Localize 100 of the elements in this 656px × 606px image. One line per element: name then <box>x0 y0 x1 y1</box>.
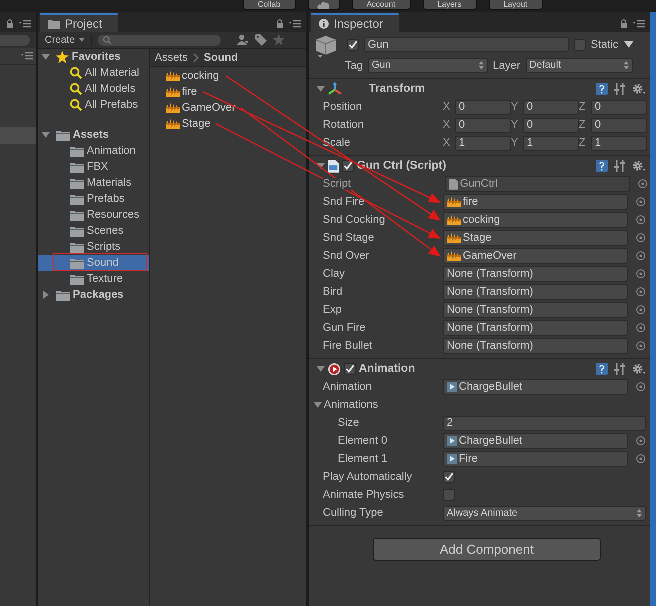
file-item[interactable]: Stage <box>182 118 211 130</box>
tree-item[interactable]: Favorites <box>72 51 121 63</box>
tree-item[interactable]: Scripts <box>38 239 149 255</box>
toolbar-button[interactable]: Layers <box>422 0 477 10</box>
component-title[interactable]: Transform <box>369 83 426 95</box>
collapse-triangle-icon[interactable] <box>317 365 325 373</box>
tree-item[interactable]: Sound <box>38 255 149 271</box>
number-field[interactable]: 1 <box>523 136 579 150</box>
tree-item[interactable]: Packages <box>73 289 124 301</box>
object-field[interactable]: fire <box>443 194 628 210</box>
checkbox[interactable] <box>574 38 586 50</box>
toolbar-button[interactable]: Collab <box>243 0 296 10</box>
object-field[interactable]: ChargeBullet <box>443 433 628 449</box>
tree-item[interactable]: Prefabs <box>38 191 149 207</box>
tree-item[interactable]: Assets <box>73 129 110 141</box>
number-field[interactable]: 0 <box>455 118 511 132</box>
dropdown[interactable]: Always Animate <box>443 506 646 520</box>
object-field[interactable]: GameOver <box>443 248 628 264</box>
gear-icon[interactable] <box>632 160 646 172</box>
breadcrumb-item[interactable]: Sound <box>204 52 238 64</box>
tree-item[interactable]: Materials <box>38 175 149 191</box>
tree-item[interactable]: Texture <box>38 271 149 287</box>
lock-icon[interactable] <box>276 19 284 28</box>
lock-icon[interactable] <box>6 19 14 28</box>
menu-icon[interactable] <box>19 20 31 28</box>
collapse-triangle-icon[interactable] <box>42 131 50 139</box>
checkbox[interactable] <box>443 471 455 483</box>
property-label: Exp <box>323 304 343 316</box>
gear-icon[interactable] <box>632 83 646 95</box>
breadcrumb-item[interactable]: Assets <box>155 52 188 64</box>
property-label: Bird <box>323 286 344 298</box>
object-picker-icon[interactable] <box>636 382 646 392</box>
folder-icon <box>70 242 84 252</box>
number-field[interactable]: 0 <box>523 118 579 132</box>
person-filter-icon[interactable] <box>237 34 250 46</box>
number-field[interactable]: 0 <box>455 100 511 114</box>
property-label[interactable]: Animations <box>324 399 378 411</box>
help-icon[interactable] <box>596 363 608 375</box>
tag-icon[interactable] <box>255 34 268 46</box>
menu-icon[interactable] <box>21 52 33 60</box>
tree-item[interactable]: All Prefabs <box>38 97 149 113</box>
object-picker-icon[interactable] <box>638 179 648 189</box>
checkbox[interactable] <box>344 363 356 375</box>
dropdown-arrow-icon[interactable] <box>624 41 634 48</box>
create-dropdown[interactable]: Create <box>43 34 92 46</box>
number-field[interactable]: 2 <box>443 416 646 430</box>
sliders-icon[interactable] <box>614 363 626 375</box>
collapse-triangle-icon[interactable] <box>42 53 50 61</box>
add-component-button[interactable]: Add Component <box>373 538 601 561</box>
checkbox[interactable] <box>443 489 455 501</box>
object-field[interactable]: Stage <box>443 230 628 246</box>
panel-tab[interactable]: Project <box>40 13 118 32</box>
search-field[interactable] <box>98 34 222 46</box>
sliders-icon[interactable] <box>614 83 626 95</box>
collapse-triangle-icon[interactable] <box>314 401 322 409</box>
tree-item[interactable]: All Material <box>38 65 149 81</box>
layer-dropdown[interactable]: Default <box>526 58 633 73</box>
file-item[interactable]: GameOver <box>182 102 236 114</box>
name-field[interactable]: Gun <box>364 37 569 52</box>
script-file-icon <box>328 160 339 172</box>
tree-item[interactable]: All Models <box>38 81 149 97</box>
help-icon[interactable] <box>596 160 608 172</box>
object-field[interactable]: cocking <box>443 212 628 228</box>
toolbar-button[interactable]: Layout <box>488 0 543 10</box>
tree-item[interactable]: Scenes <box>38 223 149 239</box>
object-field[interactable]: None (Transform) <box>443 266 628 282</box>
gear-icon[interactable] <box>632 363 646 375</box>
tag-dropdown[interactable]: Gun <box>368 58 488 73</box>
object-field[interactable]: Fire <box>443 451 628 467</box>
cloud-button[interactable] <box>308 0 340 10</box>
lock-icon[interactable] <box>620 19 628 28</box>
number-field[interactable]: 0 <box>591 118 647 132</box>
object-field[interactable]: None (Transform) <box>443 338 628 354</box>
toolbar-button[interactable]: Account <box>352 0 411 10</box>
object-field[interactable]: ChargeBullet <box>443 379 628 395</box>
menu-icon[interactable] <box>289 20 301 28</box>
object-field[interactable]: None (Transform) <box>443 320 628 336</box>
collapse-triangle-icon[interactable] <box>317 162 325 170</box>
expand-triangle-icon[interactable] <box>42 291 50 299</box>
sliders-icon[interactable] <box>614 160 626 172</box>
object-field[interactable]: None (Transform) <box>443 302 628 318</box>
tree-item[interactable]: Animation <box>38 143 149 159</box>
help-icon[interactable] <box>596 83 608 95</box>
checkbox[interactable] <box>347 38 359 50</box>
number-field[interactable]: 0 <box>523 100 579 114</box>
collapse-triangle-icon[interactable] <box>317 85 325 93</box>
panel-tab[interactable]: Inspector <box>311 13 400 32</box>
object-field[interactable]: None (Transform) <box>443 284 628 300</box>
file-item[interactable]: cocking <box>182 70 220 82</box>
search-field[interactable] <box>0 34 30 46</box>
checkbox[interactable] <box>342 160 354 172</box>
star-icon[interactable] <box>273 34 286 46</box>
component-title[interactable]: Animation <box>359 363 416 375</box>
number-field[interactable]: 1 <box>455 136 511 150</box>
number-field[interactable]: 1 <box>591 136 647 150</box>
file-item[interactable]: fire <box>182 86 198 98</box>
menu-icon[interactable] <box>633 20 645 28</box>
tree-item[interactable]: Resources <box>38 207 149 223</box>
number-field[interactable]: 0 <box>591 100 647 114</box>
tree-item[interactable]: FBX <box>38 159 149 175</box>
